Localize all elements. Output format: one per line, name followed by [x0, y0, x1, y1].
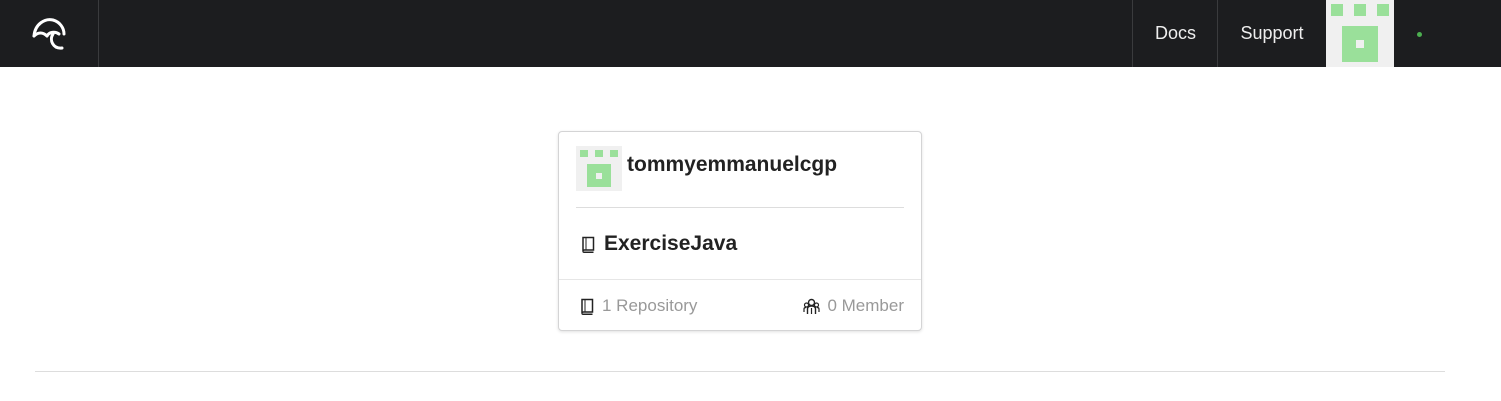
nav-support-link[interactable]: Support: [1217, 0, 1326, 67]
online-status-dot: [1417, 32, 1422, 37]
member-count-label: 0 Member: [827, 296, 904, 315]
organization-card[interactable]: tommyemmanuelcgp ExerciseJava 1 Reposito…: [558, 131, 922, 331]
user-avatar-button[interactable]: [1326, 0, 1394, 67]
nav-support-label: Support: [1240, 23, 1304, 43]
identicon-avatar-icon: [1326, 0, 1394, 67]
identicon-avatar-icon: [576, 146, 622, 191]
book-icon: [580, 298, 595, 315]
card-footer: 1 Repository 0 Member: [559, 279, 921, 330]
card-divider: [576, 207, 904, 208]
top-navigation-bar: Docs Support: [0, 0, 1501, 67]
repository-link[interactable]: ExerciseJava: [581, 232, 737, 256]
page-divider: [35, 371, 1445, 372]
nav-docs-link[interactable]: Docs: [1132, 0, 1218, 67]
repository-count: 1 Repository: [580, 296, 697, 316]
member-count: 0 Member: [803, 296, 904, 316]
owner-name-link[interactable]: tommyemmanuelcgp: [627, 153, 837, 177]
book-icon: [581, 236, 596, 253]
repository-count-label: 1 Repository: [602, 296, 698, 315]
umbrella-logo-icon: [32, 17, 66, 50]
users-icon: [803, 298, 821, 315]
repository-name: ExerciseJava: [604, 232, 738, 255]
owner-avatar: [576, 146, 622, 191]
home-logo-link[interactable]: [0, 0, 99, 67]
nav-docs-label: Docs: [1154, 23, 1196, 43]
